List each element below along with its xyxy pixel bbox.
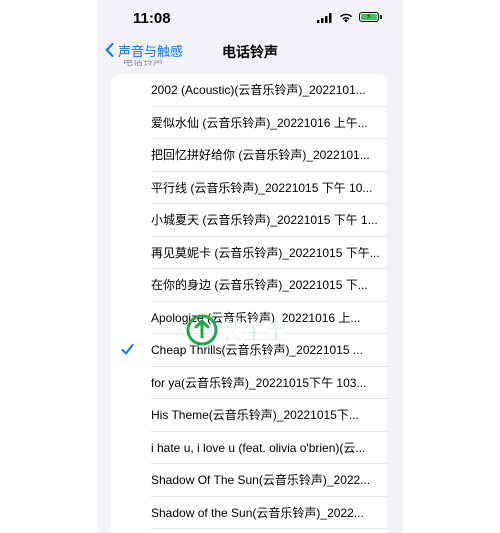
- status-bar: 11:08 ⚡: [97, 0, 403, 36]
- ringtone-label: Shadow of the Sun(云音乐铃声)_2022...: [151, 505, 364, 520]
- ringtone-row[interactable]: 爱似水仙 (云音乐铃声)_20221016 上午...: [111, 107, 387, 139]
- wifi-icon: [340, 13, 352, 23]
- checkmark-icon: [121, 344, 134, 355]
- ringtone-label: Shadow Of The Sun(云音乐铃声)_2022...: [151, 473, 371, 487]
- signal-icon: [317, 13, 332, 23]
- ringtone-row[interactable]: His Theme(云音乐铃声)_20221015下...: [111, 399, 387, 432]
- ringtone-row[interactable]: 再见莫妮卡 (云音乐铃声)_20221015 下午...: [111, 237, 387, 269]
- battery-level: ⚡: [361, 12, 377, 21]
- ringtone-label: Cheap Thrills(云音乐铃声)_20221015 ...: [151, 343, 363, 357]
- ringtone-label: His Theme(云音乐铃声)_20221015下...: [151, 408, 359, 422]
- ringtone-row[interactable]: Shadow of the Sun(云音乐铃声)_2022...: [111, 497, 387, 529]
- row-divider: [151, 528, 387, 529]
- ringtone-label: 在你的身边 (云音乐铃声)_20221015 下...: [151, 278, 368, 292]
- ringtone-label: 把回忆拼好给你 (云音乐铃声)_2022101...: [151, 148, 370, 162]
- ringtone-row[interactable]: 小城夏天 (云音乐铃声)_20221015 下午 1...: [111, 204, 387, 237]
- ringtone-label: 小城夏天 (云音乐铃声)_20221015 下午 1...: [151, 213, 378, 227]
- ringtone-label: Apologize (云音乐铃声)_20221016 上...: [151, 310, 361, 325]
- ringtone-label: 再见莫妮卡 (云音乐铃声)_20221015 下午...: [151, 245, 379, 260]
- phone-screen: 11:08 ⚡ 声音与触感 电话铃声 电话铃声 2002 (Acoustic)(…: [97, 0, 403, 533]
- ringtone-row[interactable]: Shadow Of The Sun(云音乐铃声)_2022...: [111, 464, 387, 497]
- ringtone-label: 平行线 (云音乐铃声)_20221015 下午 10...: [151, 180, 373, 195]
- ringtone-row[interactable]: for ya(云音乐铃声)_20221015下午 103...: [111, 367, 387, 399]
- battery-icon: ⚡: [359, 12, 379, 22]
- ringtone-row[interactable]: 2002 (Acoustic)(云音乐铃声)_2022101...: [111, 74, 387, 107]
- ringtone-row[interactable]: 把回忆拼好给你 (云音乐铃声)_2022101...: [111, 139, 387, 172]
- ringtone-row[interactable]: Apologize (云音乐铃声)_20221016 上...: [111, 302, 387, 334]
- page-title: 电话铃声: [222, 44, 278, 60]
- ringtone-row-selected[interactable]: Cheap Thrills(云音乐铃声)_20221015 ...: [111, 334, 387, 367]
- ringtone-row[interactable]: 在你的身边 (云音乐铃声)_20221015 下...: [111, 269, 387, 302]
- ringtone-row[interactable]: 平行线 (云音乐铃声)_20221015 下午 10...: [111, 172, 387, 204]
- ringtone-list: 2002 (Acoustic)(云音乐铃声)_2022101... 爱似水仙 (…: [111, 74, 387, 533]
- charging-bolt-icon: ⚡: [366, 12, 372, 21]
- ringtone-label: i hate u, i love u (feat. olivia o'brien…: [151, 440, 366, 455]
- battery-cap: [380, 15, 382, 19]
- ringtone-row[interactable]: i hate u, i love u (feat. olivia o'brien…: [111, 432, 387, 464]
- section-header: 电话铃声: [123, 60, 163, 68]
- ringtone-label: 2002 (Acoustic)(云音乐铃声)_2022101...: [151, 83, 366, 97]
- ringtone-label: 爱似水仙 (云音乐铃声)_20221016 上午...: [151, 115, 368, 130]
- ringtone-label: for ya(云音乐铃声)_20221015下午 103...: [151, 375, 367, 390]
- status-time: 11:08: [133, 10, 171, 27]
